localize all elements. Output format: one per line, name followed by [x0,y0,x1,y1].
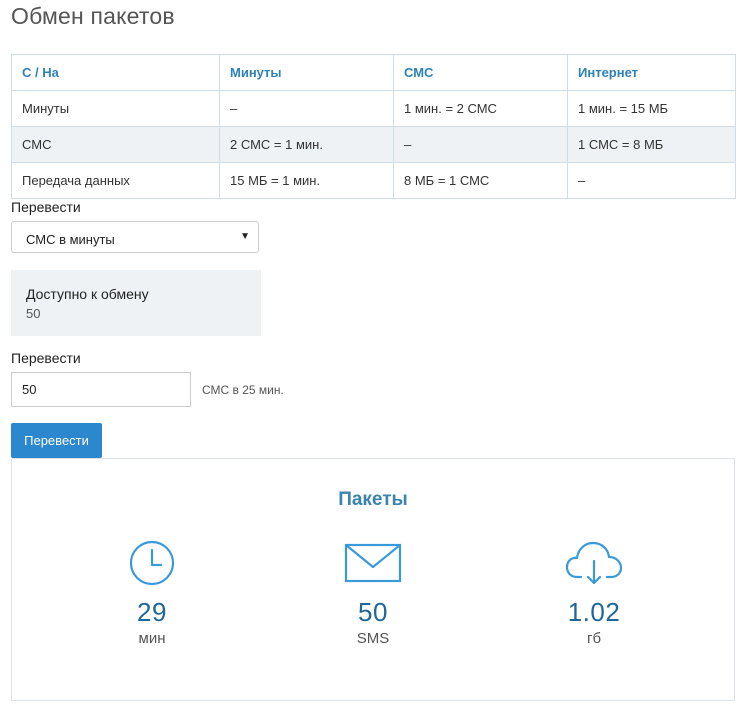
table-cell: Передача данных [11,162,220,199]
table-row: СМС 2 СМС = 1 мин. – 1 СМС = 8 МБ [11,126,736,163]
table-header-cell: Интернет [567,54,736,91]
convert-button[interactable]: Перевести [11,423,102,458]
package-unit: гб [586,630,602,647]
table-header-cell: Минуты [219,54,394,91]
table-row: Минуты – 1 мин. = 2 СМС 1 мин. = 15 МБ [11,90,736,127]
package-value: 50 [358,597,388,627]
table-header-row: С / На Минуты СМС Интернет [11,54,736,91]
table-cell: 1 мин. = 2 СМС [393,90,568,127]
table-row: Передача данных 15 МБ = 1 мин. 8 МБ = 1 … [11,162,736,199]
dropdown-arrow-icon: ▼ [240,231,250,242]
amount-input[interactable] [11,372,191,407]
clock-icon [129,540,175,586]
table-cell: – [393,126,568,163]
table-cell: 2 СМС = 1 мин. [219,126,394,163]
cloud-download-icon [565,541,623,585]
available-value: 50 [26,306,41,321]
packages-panel: Пакеты 29 мин 50 SMS 1.02 гб [11,458,735,701]
exchange-rates-table: С / На Минуты СМС Интернет Минуты – 1 ми… [11,54,736,199]
table-cell: – [219,90,394,127]
amount-label: Перевести [11,350,81,366]
package-sms: 50 SMS [313,539,433,647]
package-unit: мин [138,630,166,647]
table-header-cell: СМС [393,54,568,91]
table-cell: 1 мин. = 15 МБ [567,90,736,127]
table-cell: – [567,162,736,199]
table-cell: 15 МБ = 1 мин. [219,162,394,199]
convert-direction-label: Перевести [11,199,81,215]
available-title: Доступно к обмену [26,286,149,302]
package-value: 29 [137,597,167,627]
page-title: Обмен пакетов [11,3,175,29]
table-cell: СМС [11,126,220,163]
envelope-icon [344,543,402,583]
select-value: СМС в минуты [26,232,115,247]
table-header-cell: С / На [11,54,220,91]
package-unit: SMS [356,630,390,647]
table-cell: 1 СМС = 8 МБ [567,126,736,163]
convert-direction-select[interactable]: СМС в минуты ▼ [11,221,259,253]
table-cell: Минуты [11,90,220,127]
package-value: 1.02 [567,597,621,627]
package-internet: 1.02 гб [534,539,654,647]
packages-title: Пакеты [338,489,408,510]
package-minutes: 29 мин [92,539,212,647]
conversion-hint: СМС в 25 мин. [202,383,284,397]
available-panel: Доступно к обмену 50 [11,270,261,336]
table-cell: 8 МБ = 1 СМС [393,162,568,199]
